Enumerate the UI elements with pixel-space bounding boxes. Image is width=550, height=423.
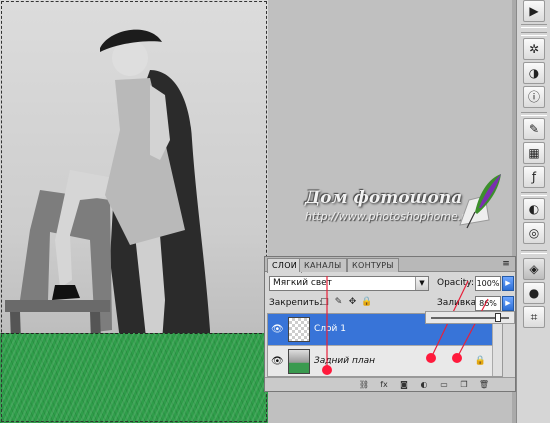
tab-channels[interactable]: КАНАЛЫ: [299, 258, 347, 272]
opacity-label: Opacity:: [437, 278, 474, 288]
brush-icon[interactable]: ✎: [523, 118, 545, 140]
lock-pixels-icon[interactable]: ✎: [333, 297, 344, 308]
feather-logo-icon: [459, 174, 501, 229]
grid-icon[interactable]: ▦: [523, 142, 545, 164]
layer-row[interactable]: 👁 Задний план 🔒: [268, 346, 502, 376]
dock-grip[interactable]: [521, 192, 547, 196]
layer-name: Задний план: [314, 356, 375, 366]
paths-icon[interactable]: ⌗: [523, 306, 545, 328]
group-icon[interactable]: ▭: [437, 379, 451, 390]
layer-thumbnail: [288, 317, 310, 342]
mask-icon[interactable]: ◎: [523, 222, 545, 244]
eye-icon[interactable]: 👁: [271, 324, 284, 336]
dock-grip[interactable]: [521, 112, 547, 116]
channels-icon[interactable]: ●: [523, 282, 545, 304]
opacity-field[interactable]: 100%: [475, 276, 501, 291]
layers-icon[interactable]: ◈: [523, 258, 545, 280]
new-layer-icon[interactable]: ❐: [457, 379, 471, 390]
fill-slider-thumb[interactable]: [495, 313, 502, 322]
document-canvas[interactable]: [0, 0, 268, 423]
tab-paths[interactable]: КОНТУРЫ: [347, 258, 399, 272]
panel-footer: ⛓ fx ◙ ◐ ▭ ❐ 🗑: [265, 377, 515, 391]
fill-field[interactable]: 86%: [475, 296, 501, 311]
fx-icon[interactable]: fx: [377, 379, 391, 390]
watermark-title: Дом фотошопа: [305, 188, 463, 208]
layer-name: Слой 1: [314, 324, 346, 334]
info-icon[interactable]: ⓘ: [523, 86, 545, 108]
dock-grip[interactable]: [521, 32, 547, 36]
selection-edge: [1, 333, 267, 423]
fill-slider-popup: [425, 311, 515, 324]
watermark: Дом фотошопа http://www.photoshophome.ru: [305, 174, 505, 238]
dock-grip[interactable]: [521, 250, 547, 254]
lock-label: Закрепить:: [269, 298, 323, 308]
fill-label: Заливка:: [437, 298, 480, 308]
lock-icon: 🔒: [474, 356, 486, 366]
palette-icon[interactable]: ◑: [523, 62, 545, 84]
adjustment-icon[interactable]: ◐: [523, 198, 545, 220]
tab-layers[interactable]: СЛОИ: [267, 258, 303, 273]
layer-thumbnail: [288, 349, 310, 374]
lock-transparency-icon[interactable]: □: [319, 297, 330, 308]
fill-slider-button[interactable]: ▶: [502, 296, 514, 311]
chevron-down-icon[interactable]: ▼: [415, 277, 428, 290]
watermark-url: http://www.photoshophome.ru: [305, 210, 473, 223]
link-icon[interactable]: ⛓: [357, 379, 371, 390]
trash-icon[interactable]: 🗑: [477, 379, 491, 390]
blend-mode-value: Мягкий свет: [273, 278, 332, 288]
dock-grip[interactable]: [521, 24, 547, 28]
layers-panel: СЛОИ КАНАЛЫ КОНТУРЫ ≡ Мягкий свет ▼ Opac…: [264, 256, 516, 392]
opacity-slider-button[interactable]: ▶: [502, 276, 514, 291]
play-icon[interactable]: ▶: [523, 0, 545, 22]
gear-icon[interactable]: ✲: [523, 38, 545, 60]
panel-menu-icon[interactable]: ≡: [499, 259, 513, 270]
lock-position-icon[interactable]: ✥: [347, 297, 358, 308]
tool-strip: ▶ ✲ ◑ ⓘ ✎ ▦ ƒ ◐ ◎ ◈ ● ⌗: [516, 0, 550, 423]
adjustment-icon[interactable]: ◐: [417, 379, 431, 390]
fx-icon[interactable]: ƒ: [523, 166, 545, 188]
panel-tabs: СЛОИ КАНАЛЫ КОНТУРЫ ≡: [265, 257, 515, 273]
mask-icon[interactable]: ◙: [397, 379, 411, 390]
lock-all-icon[interactable]: 🔒: [361, 297, 372, 308]
eye-icon[interactable]: 👁: [271, 356, 284, 368]
blend-mode-select[interactable]: Мягкий свет ▼: [269, 276, 429, 291]
